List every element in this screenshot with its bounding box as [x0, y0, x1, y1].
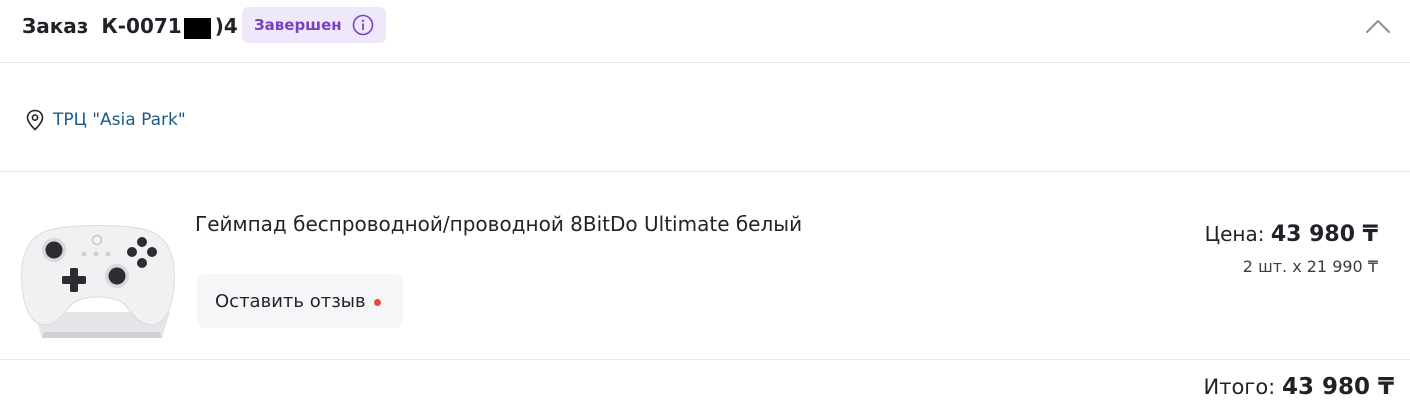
price-line: Цена: 43 980 ₸	[1205, 222, 1378, 247]
order-total: Итого: 43 980 ₸	[1204, 374, 1394, 400]
status-badge: Завершен	[242, 7, 386, 43]
price-label: Цена:	[1204, 222, 1265, 246]
location-pin-icon	[25, 109, 45, 131]
order-header[interactable]: Заказ К-0071 )4 Завершен	[0, 0, 1410, 63]
product-item: Геймпад беспроводной/проводной 8BitDo Ul…	[0, 172, 1410, 360]
price-block: Цена: 43 980 ₸ 2 шт. x 21 990 ₸	[1205, 222, 1378, 276]
collapse-button[interactable]	[1362, 10, 1394, 42]
redaction-box	[184, 18, 212, 39]
total-label: Итого:	[1203, 375, 1276, 399]
info-circle-icon[interactable]	[352, 14, 374, 36]
product-name[interactable]: Геймпад беспроводной/проводной 8BitDo Ul…	[195, 212, 802, 236]
order-card: Заказ К-0071 )4 Завершен ТРЦ "Asia Park"…	[0, 0, 1410, 413]
status-label: Завершен	[254, 16, 342, 34]
pickup-section: ТРЦ "Asia Park"	[0, 63, 1410, 172]
price-value: 43 980 ₸	[1270, 222, 1378, 247]
order-title: Заказ К-0071 )4	[22, 12, 238, 40]
pickup-location[interactable]: ТРЦ "Asia Park"	[25, 109, 186, 131]
quantity-text: 2 шт. x 21 990 ₸	[1242, 257, 1378, 276]
leave-review-label: Оставить отзыв	[215, 290, 366, 312]
product-image[interactable]	[20, 220, 176, 340]
leave-review-button[interactable]: Оставить отзыв	[197, 274, 403, 328]
notification-dot	[373, 299, 381, 306]
order-number: К-0071 )4	[101, 14, 238, 39]
order-number-end: )4	[214, 14, 238, 38]
order-number-start: К-0071	[101, 14, 182, 38]
gamepad-image	[21, 225, 175, 338]
order-title-prefix: Заказ	[22, 14, 89, 38]
chevron-up-icon	[1366, 20, 1390, 33]
total-value: 43 980 ₸	[1281, 374, 1394, 400]
pickup-link[interactable]: ТРЦ "Asia Park"	[53, 110, 186, 130]
